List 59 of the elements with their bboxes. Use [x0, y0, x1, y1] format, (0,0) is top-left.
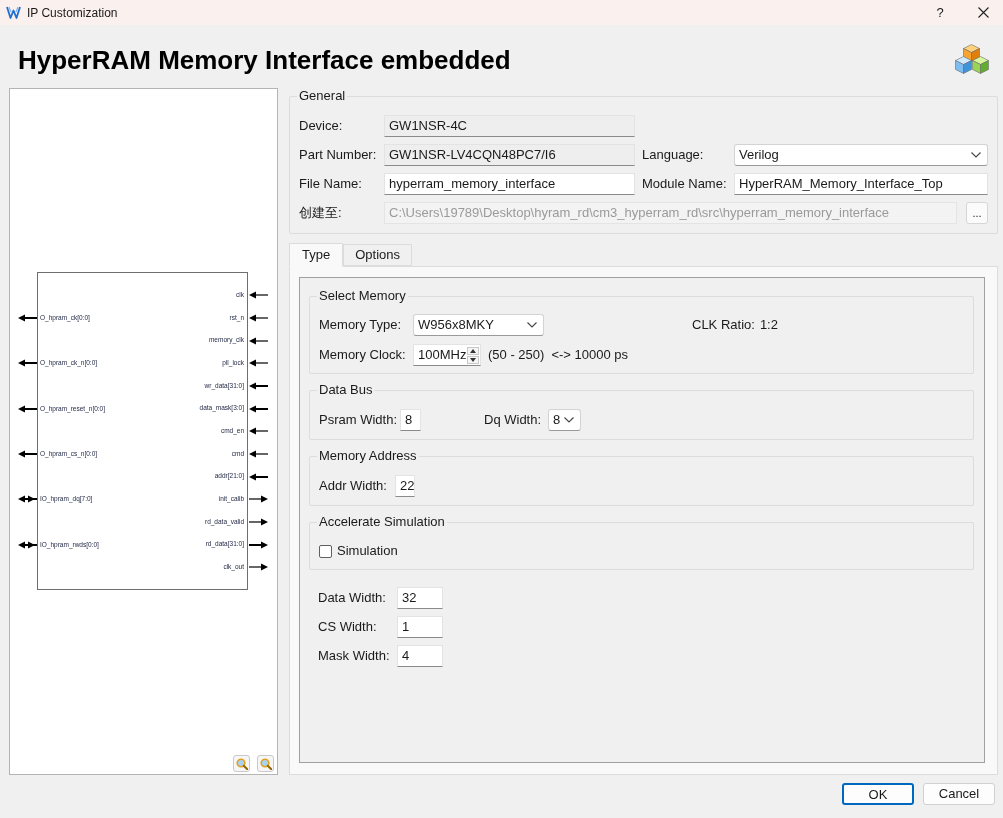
magnifier-icon	[259, 757, 272, 770]
spin-box[interactable]: 100MHz	[413, 344, 481, 366]
dropdown[interactable]: 8	[548, 409, 581, 431]
field-label: Data Width:	[318, 589, 387, 608]
text-field[interactable]: 4	[397, 645, 443, 667]
period-text: <-> 10000 ps	[551, 346, 628, 365]
dialog-button[interactable]: OK	[842, 783, 914, 805]
dropdown[interactable]: W956x8MKY	[413, 314, 544, 336]
readonly-field: GW1NSR-4C	[384, 115, 635, 137]
field-label: Memory Clock:	[319, 346, 407, 365]
field-label: Memory Type:	[319, 316, 403, 335]
magnifier-icon	[235, 757, 248, 770]
field-label: Dq Width:	[484, 411, 543, 430]
group-title: General	[298, 88, 347, 104]
logo-icon	[6, 6, 21, 19]
group-title: Select Memory	[318, 288, 407, 304]
field-label: File Name:	[299, 175, 363, 194]
text-field[interactable]: 8	[400, 409, 421, 431]
field-label: 创建至:	[299, 204, 343, 223]
text-field[interactable]: 1	[397, 616, 443, 638]
chevron-down-icon	[971, 152, 981, 158]
group-title: Data Bus	[318, 382, 374, 398]
field-label: Device:	[299, 117, 344, 136]
dialog-button[interactable]: Cancel	[923, 783, 995, 805]
group-title: Accelerate Simulation	[318, 514, 446, 530]
group-title: Memory Address	[318, 448, 418, 464]
checkbox[interactable]	[319, 544, 332, 558]
field-label: Mask Width:	[318, 647, 391, 666]
clk-ratio-value: 1:2	[759, 316, 778, 335]
dialog-title: HyperRAM Memory Interface embedded	[18, 46, 511, 73]
tab[interactable]: Type	[289, 243, 344, 267]
tab[interactable]: Options	[343, 244, 412, 266]
checkbox-label[interactable]: Simulation	[337, 541, 398, 561]
window-title: IP Customization	[27, 4, 118, 22]
field-label: CS Width:	[318, 618, 378, 637]
help-button[interactable]: ?	[917, 0, 963, 25]
close-icon	[977, 7, 989, 18]
caret-down-icon	[470, 357, 476, 362]
magnifier-button[interactable]	[257, 755, 274, 772]
field-label: CLK Ratio:	[692, 316, 755, 335]
field-label: Language:	[641, 146, 705, 165]
chevron-down-icon	[564, 417, 574, 423]
spin-down-button[interactable]	[467, 355, 479, 364]
field-label: Module Name:	[641, 175, 728, 194]
field-label: Psram Width:	[319, 411, 398, 430]
field-label: Part Number:	[299, 146, 378, 165]
magnifier-button[interactable]	[233, 755, 250, 772]
cubes-icon	[955, 44, 989, 75]
readonly-field: GW1NSR-LV4CQN48PC7/I6	[384, 144, 635, 166]
caret-up-icon	[470, 348, 476, 353]
text-field[interactable]: hyperram_memory_interface	[384, 173, 635, 195]
range-text: (50 - 250)	[488, 346, 545, 365]
text-field[interactable]: 22	[395, 475, 415, 497]
text-field[interactable]: 32	[397, 587, 443, 609]
chevron-down-icon	[527, 322, 537, 328]
text-field[interactable]: HyperRAM_Memory_Interface_Top	[734, 173, 988, 195]
spin-up-button[interactable]	[467, 346, 479, 355]
dropdown[interactable]: Verilog	[734, 144, 988, 166]
field-label: Addr Width:	[319, 477, 388, 496]
